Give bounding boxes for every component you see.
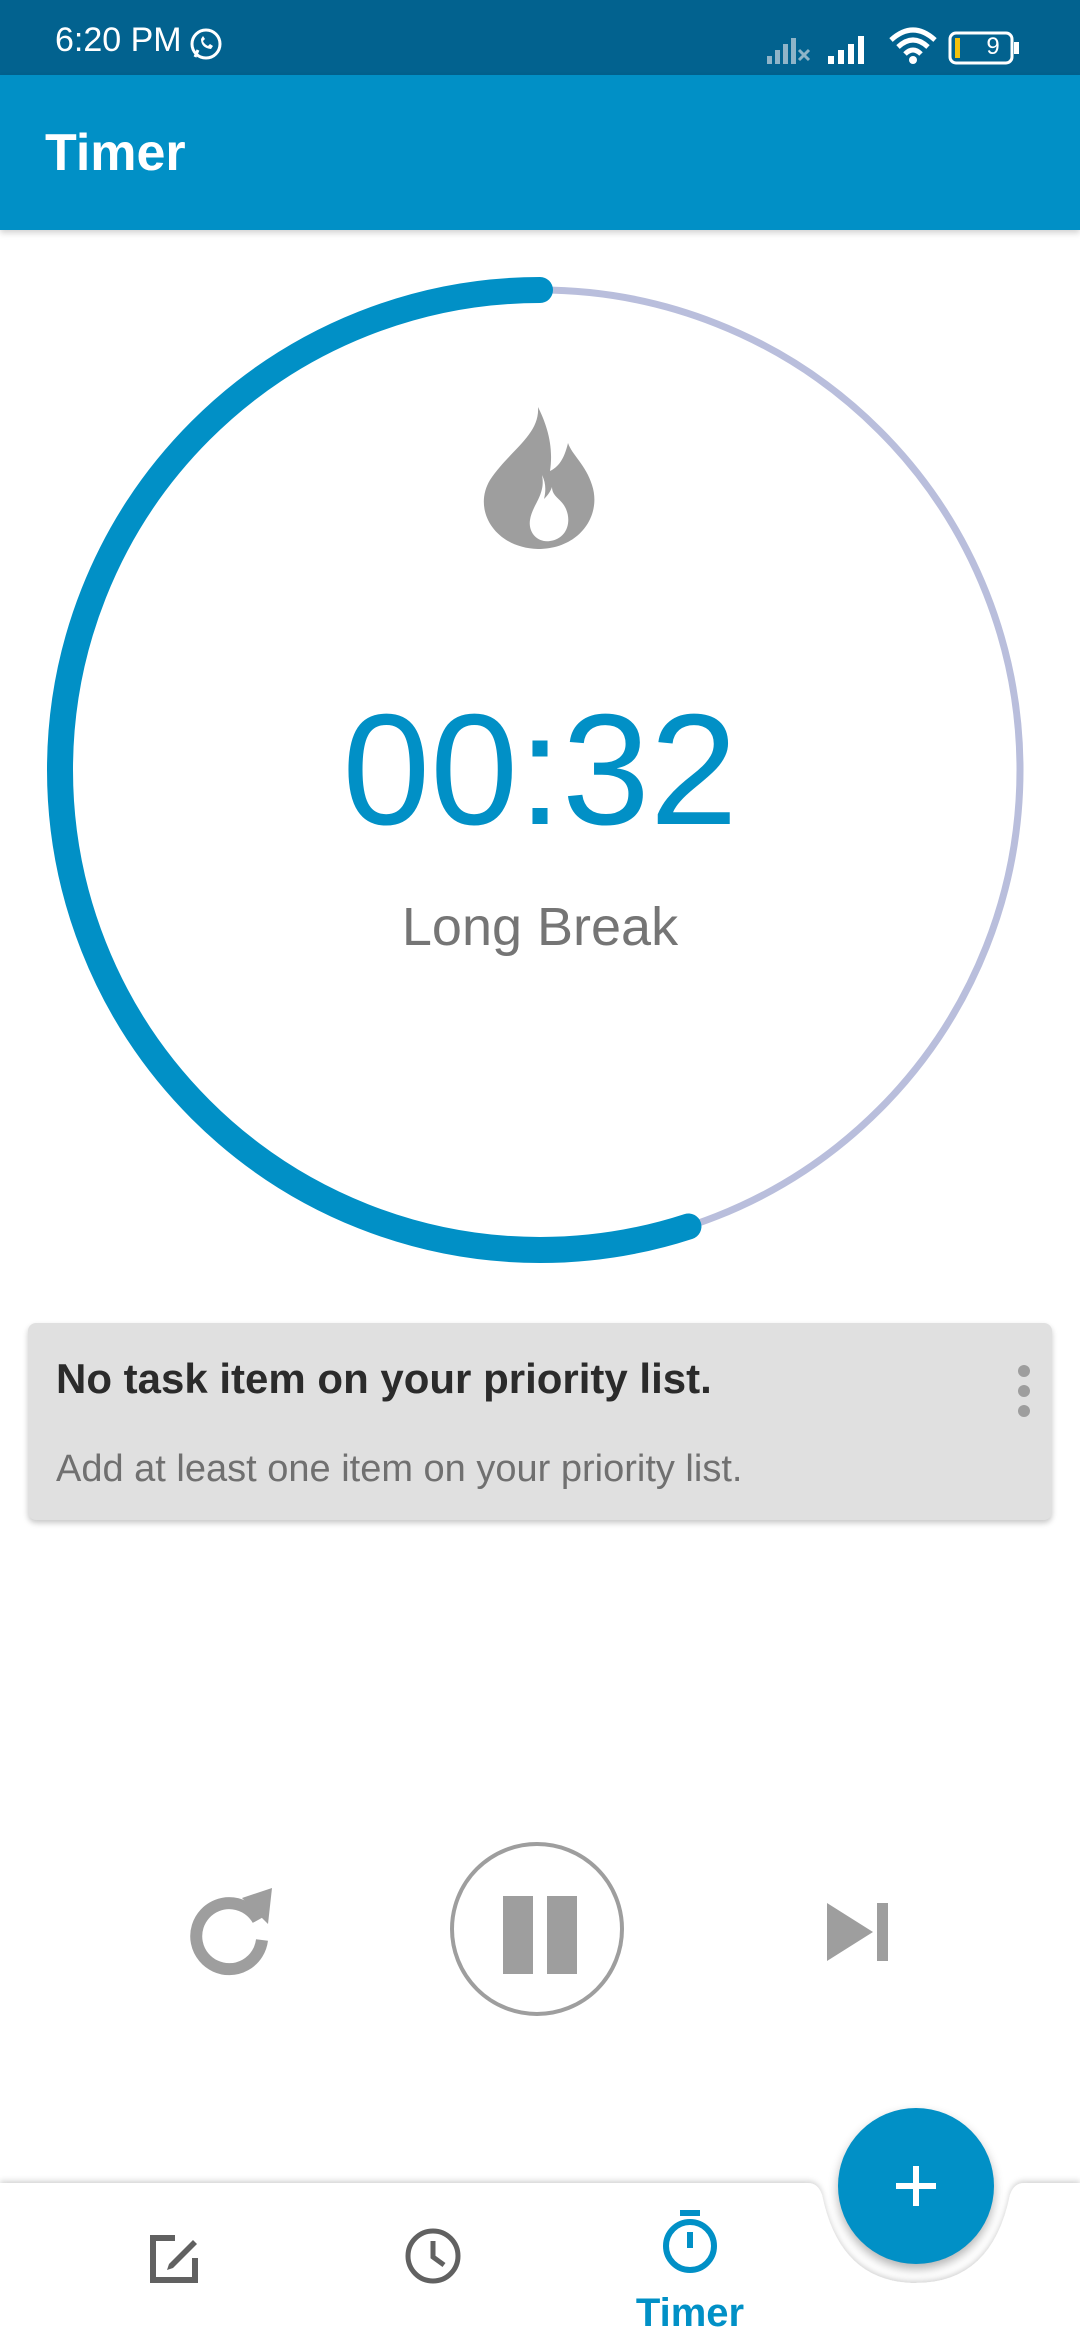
- timer-mode-label: Long Break: [401, 897, 679, 957]
- timer-icon: [663, 2210, 717, 2273]
- battery-level: 9: [986, 33, 1000, 60]
- add-button[interactable]: [838, 2108, 994, 2264]
- app-bar: Timer: [0, 75, 1080, 230]
- skip-next-icon[interactable]: [815, 1895, 905, 1970]
- fire-icon: [483, 407, 595, 549]
- page-title: Timer: [45, 124, 186, 182]
- task-card-title: No task item on your priority list.: [56, 1355, 712, 1402]
- task-card-subtitle: Add at least one item on your priority l…: [56, 1448, 743, 1490]
- signal-icon: [828, 36, 864, 64]
- status-time: 6:20 PM: [55, 21, 182, 59]
- pause-icon: [503, 1896, 533, 1974]
- more-vert-icon[interactable]: [1014, 1363, 1034, 1419]
- edit-icon: [150, 2235, 198, 2283]
- reset-icon[interactable]: [180, 1880, 280, 1980]
- whatsapp-icon: [190, 28, 222, 60]
- nav-item-timer[interactable]: Timer: [610, 2180, 770, 2340]
- nav-item-tasks[interactable]: [140, 2180, 210, 2340]
- clock-icon: [405, 2228, 461, 2284]
- nav-item-label: Timer: [635, 2291, 745, 2335]
- task-card[interactable]: No task item on your priority list. Add …: [28, 1323, 1052, 1520]
- plus-icon: [896, 2166, 936, 2206]
- pause-button[interactable]: [450, 1842, 624, 2016]
- timer-time: 00:32: [342, 682, 738, 858]
- wifi-icon: [889, 27, 937, 64]
- signal-no-service-icon: [767, 38, 811, 64]
- status-bar: 6:20 PM 9: [0, 0, 1080, 75]
- nav-item-history[interactable]: [400, 2180, 470, 2340]
